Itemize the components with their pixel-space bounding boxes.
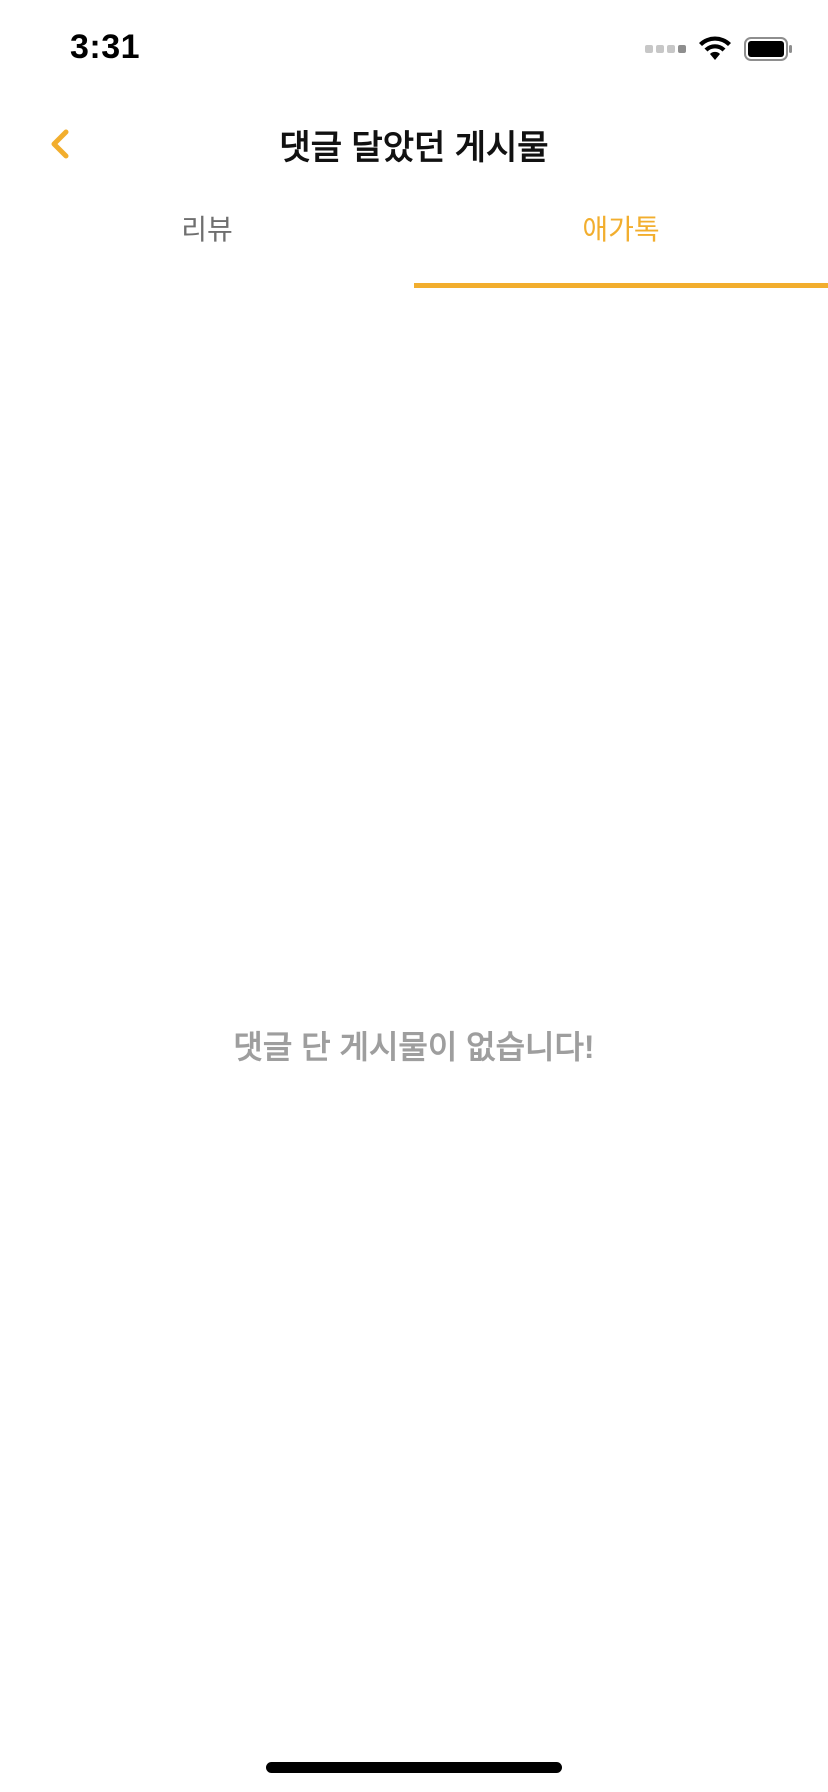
signal-icon: [645, 45, 686, 53]
tab-review-label: 리뷰: [181, 214, 233, 245]
page-title: 댓글 달았던 게시물: [279, 129, 549, 167]
battery-icon: [744, 37, 792, 61]
navigation-bar: 댓글 달았던 게시물: [0, 100, 828, 188]
wifi-icon: [699, 36, 731, 60]
tab-aegatalk[interactable]: 애가톡: [414, 188, 828, 288]
tab-aegatalk-label: 애가톡: [582, 214, 660, 245]
active-tab-indicator: [414, 283, 828, 288]
tab-review[interactable]: 리뷰: [0, 188, 414, 288]
tab-bar: 리뷰 애가톡: [0, 188, 828, 288]
status-time: 3:31: [70, 28, 141, 66]
status-bar: 3:31: [0, 0, 828, 100]
empty-state-message: 댓글 단 게시물이 없습니다!: [233, 1029, 595, 1065]
home-indicator[interactable]: [266, 1762, 562, 1773]
status-icons: [645, 34, 794, 64]
